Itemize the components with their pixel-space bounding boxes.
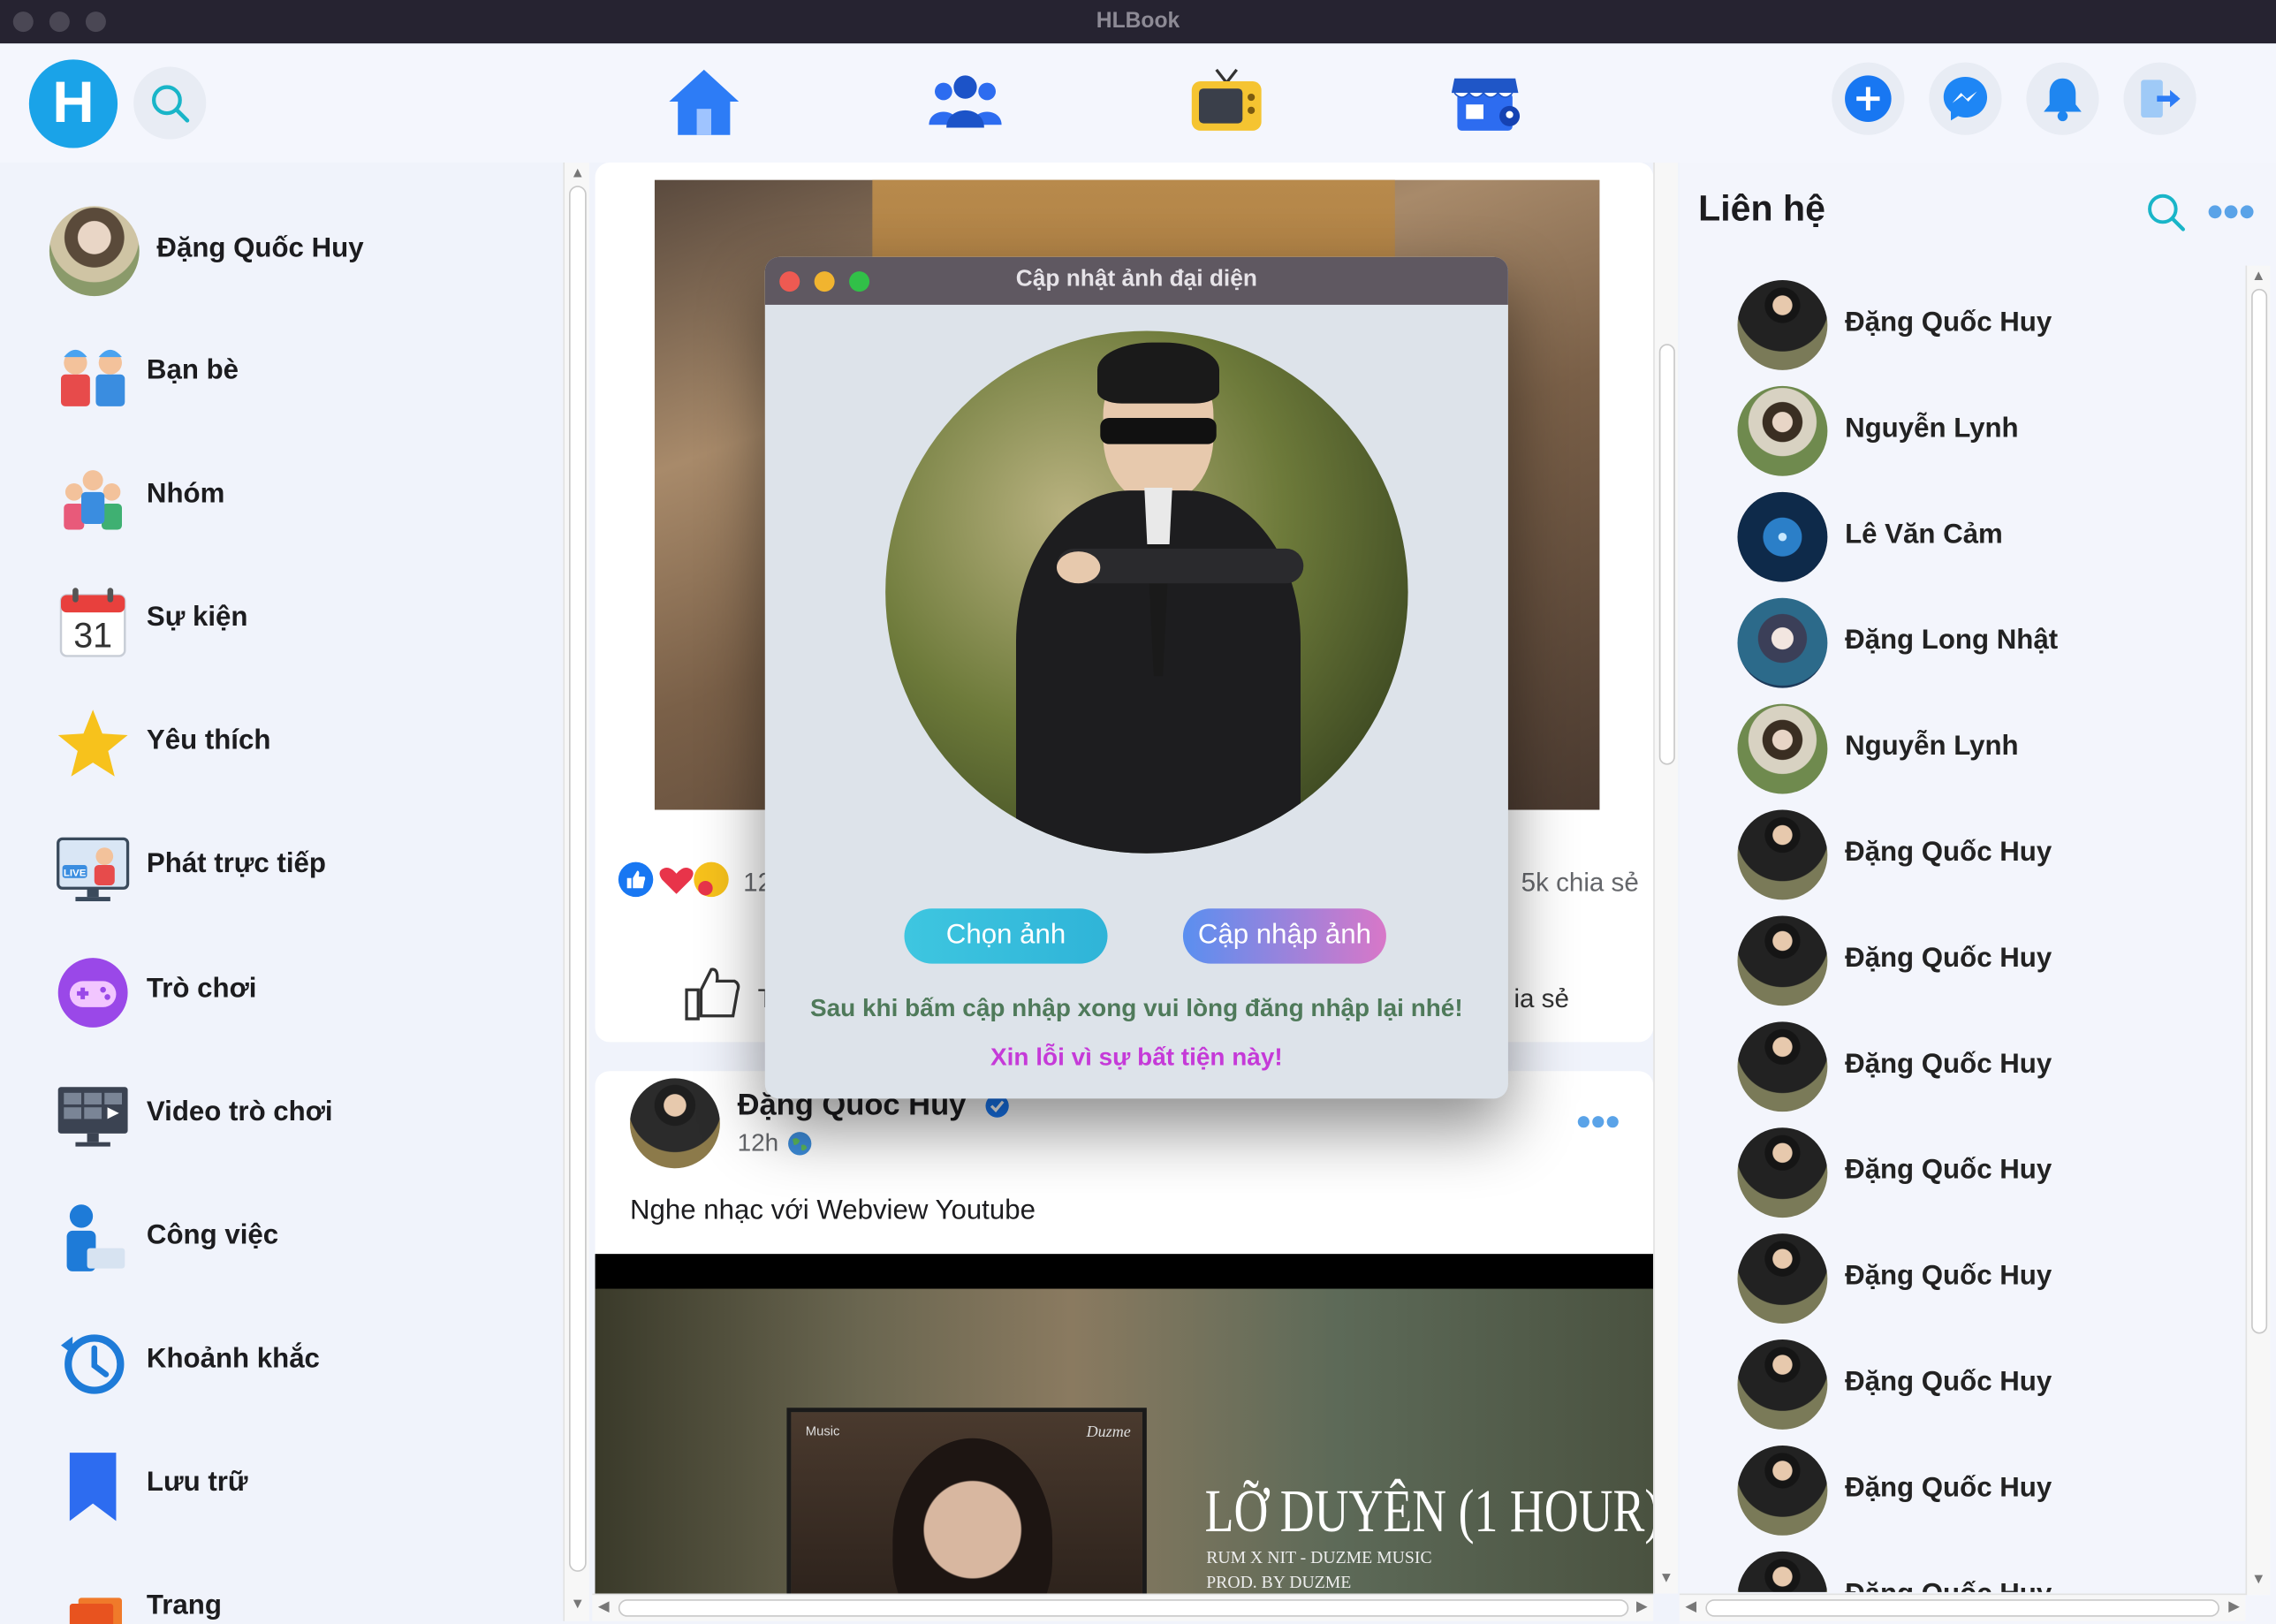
contact-avatar — [1737, 1339, 1828, 1430]
dialog-title: Cập nhật ảnh đại diện — [1015, 267, 1257, 292]
contact-item[interactable]: Lê Văn Cảm — [1737, 491, 2245, 582]
contact-name: Nguyễn Lynh — [1845, 414, 2019, 444]
contact-name: Đặng Long Nhật — [1845, 625, 2059, 656]
contact-name: Đặng Quốc Huy — [1845, 1579, 2052, 1592]
contact-avatar — [1737, 1233, 1828, 1324]
contact-name: Đặng Quốc Huy — [1845, 837, 2052, 869]
app-window: HLBook H Đặng Quốc Huy Bạn bè Nhóm 31 Sự… — [0, 0, 2276, 1624]
contact-name: Lê Văn Cảm — [1845, 520, 2003, 550]
contact-avatar — [1737, 597, 1828, 688]
relogin-notice: Sau khi bấm cập nhập xong vui lòng đăng … — [810, 994, 1463, 1022]
contact-avatar — [1737, 809, 1828, 900]
contact-name: Nguyễn Lynh — [1845, 731, 2019, 763]
contact-item[interactable]: Nguyễn Lynh — [1737, 385, 2245, 476]
contacts-horizontal-scrollbar[interactable]: ◀ ▶ — [1679, 1593, 2246, 1621]
scroll-right-arrow[interactable]: ▶ — [2228, 1599, 2240, 1615]
scroll-left-arrow[interactable]: ◀ — [1685, 1599, 1696, 1615]
update-avatar-dialog: Cập nhật ảnh đại diện Chọn ảnh Cập nhập … — [764, 256, 1508, 1099]
contact-name: Đặng Quốc Huy — [1845, 1049, 2052, 1081]
contact-item[interactable]: Đặng Long Nhật — [1737, 597, 2245, 688]
dialog-body: Chọn ảnh Cập nhập ảnh Sau khi bấm cập nh… — [770, 308, 1503, 1093]
contact-name: Đặng Quốc Huy — [1845, 1261, 2052, 1292]
scroll-thumb[interactable] — [1705, 1599, 2219, 1617]
scroll-left-arrow[interactable]: ◀ — [598, 1599, 610, 1615]
contact-item[interactable]: Đặng Quốc Huy — [1737, 915, 2245, 1006]
contact-item[interactable]: Đặng Quốc Huy — [1737, 1021, 2245, 1112]
contact-item[interactable]: Đặng Quốc Huy — [1737, 1127, 2245, 1218]
contact-avatar — [1737, 1021, 1828, 1112]
contact-avatar — [1737, 385, 1828, 476]
scroll-down-arrow[interactable]: ▼ — [571, 1597, 585, 1613]
contacts-scrollbar[interactable]: ▲ ▼ — [2245, 265, 2271, 1596]
contact-item[interactable]: Đặng Quốc Huy — [1737, 1339, 2245, 1430]
contact-name: Đặng Quốc Huy — [1845, 1155, 2052, 1186]
contact-avatar — [1737, 1127, 1828, 1218]
apology-text: Xin lỗi vì sự bất tiện này! — [990, 1043, 1283, 1072]
update-photo-button[interactable]: Cập nhập ảnh — [1182, 908, 1386, 964]
contact-avatar — [1737, 280, 1828, 370]
contact-item[interactable]: Đặng Quốc Huy — [1737, 809, 2245, 900]
avatar-preview — [885, 330, 1408, 854]
dialog-title-bar: Cập nhật ảnh đại diện — [764, 256, 1508, 305]
contact-name: Đặng Quốc Huy — [1845, 307, 2052, 338]
scroll-up-arrow[interactable]: ▲ — [2251, 269, 2265, 285]
scroll-thumb[interactable] — [618, 1599, 1629, 1617]
contact-avatar — [1737, 1551, 1828, 1592]
contact-name: Đặng Quốc Huy — [1845, 943, 2052, 975]
contact-avatar — [1737, 491, 1828, 582]
contact-avatar — [1737, 915, 1828, 1006]
contact-item[interactable]: Đặng Quốc Huy — [1737, 1445, 2245, 1536]
choose-photo-button[interactable]: Chọn ảnh — [904, 908, 1108, 964]
scroll-down-arrow[interactable]: ▼ — [2251, 1572, 2265, 1588]
contact-item[interactable]: Đặng Quốc Huy — [1737, 1551, 2245, 1592]
contact-item[interactable]: Đặng Quốc Huy — [1737, 1233, 2245, 1324]
scroll-thumb[interactable] — [2251, 288, 2268, 1334]
scroll-right-arrow[interactable]: ▶ — [1636, 1599, 1648, 1615]
contact-name: Đặng Quốc Huy — [1845, 1473, 2052, 1504]
contact-item[interactable]: Đặng Quốc Huy — [1737, 280, 2245, 370]
sidebar-item-label: Trang — [146, 1590, 222, 1621]
contact-avatar — [1737, 1445, 1828, 1536]
contact-item[interactable]: Nguyễn Lynh — [1737, 703, 2245, 794]
contact-name: Đặng Quốc Huy — [1845, 1367, 2052, 1398]
contact-avatar — [1737, 703, 1828, 794]
feed-horizontal-scrollbar[interactable]: ◀ ▶ — [592, 1593, 1654, 1621]
